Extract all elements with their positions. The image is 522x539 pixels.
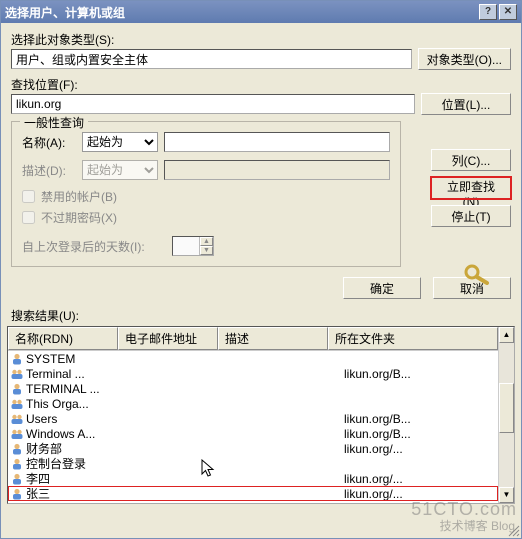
table-row[interactable]: This Orga...	[8, 396, 498, 411]
name-op-select[interactable]: 起始为	[82, 132, 158, 152]
watermark-small: 技术博客 Blog	[440, 517, 515, 534]
user-icon	[10, 442, 24, 456]
location-field[interactable]	[11, 94, 415, 114]
nonexpiring-check: 不过期密码(X)	[22, 209, 390, 226]
row-name: SYSTEM	[26, 352, 134, 366]
results-label: 搜索结果(U):	[11, 307, 511, 324]
scroll-track[interactable]	[499, 343, 514, 487]
row-name: Terminal ...	[26, 367, 134, 381]
scroll-thumb[interactable]	[499, 383, 514, 433]
user-icon	[10, 352, 24, 366]
results-list: 名称(RDN) 电子邮件地址 描述 所在文件夹 SYSTEMTerminal .…	[7, 326, 515, 504]
user-icon	[10, 487, 24, 501]
nonexpiring-label: 不过期密码(X)	[41, 209, 117, 226]
user-icon	[10, 382, 24, 396]
row-folder: likun.org/B...	[344, 427, 498, 441]
row-folder: likun.org/...	[344, 442, 498, 456]
nonexpiring-checkbox	[22, 211, 35, 224]
desc-op-select: 起始为	[82, 160, 158, 180]
group-icon	[10, 397, 24, 411]
window-buttons: ? ✕	[479, 4, 517, 20]
magnifier-icon	[463, 263, 493, 285]
scrollbar[interactable]: ▲ ▼	[498, 327, 514, 503]
columns-button[interactable]: 列(C)...	[431, 149, 511, 171]
list-rows: SYSTEMTerminal ... likun.org/B... TERMINAL…	[8, 351, 498, 501]
group-icon	[10, 412, 24, 426]
ok-button[interactable]: 确定	[343, 277, 421, 299]
disabled-accounts-checkbox	[22, 190, 35, 203]
days-spin: ▲▼	[172, 236, 214, 256]
days-input	[173, 237, 199, 255]
name-row: 名称(A): 起始为	[22, 132, 390, 152]
object-type-field[interactable]	[11, 49, 412, 69]
days-label: 自上次登录后的天数(I):	[22, 238, 172, 255]
general-query-fieldset: 一般性查询 名称(A): 起始为 描述(D): 起始为 禁用的帐户(B) 不过期…	[11, 121, 401, 267]
table-row[interactable]: TERMINAL ...	[8, 381, 498, 396]
list-header: 名称(RDN) 电子邮件地址 描述 所在文件夹	[8, 327, 498, 351]
right-button-column: 列(C)... 立即查找(N) 停止(T)	[431, 149, 511, 227]
resize-grip[interactable]	[506, 523, 520, 537]
general-query-legend: 一般性查询	[20, 114, 88, 131]
col-name[interactable]: 名称(RDN)	[8, 327, 118, 350]
user-icon	[10, 457, 24, 471]
list-body[interactable]: 名称(RDN) 电子邮件地址 描述 所在文件夹 SYSTEMTerminal .…	[8, 327, 498, 503]
col-folder[interactable]: 所在文件夹	[328, 327, 498, 350]
dialog-window: 选择用户、计算机或组 ? ✕ 选择此对象类型(S): 对象类型(O)... 查找…	[0, 0, 522, 539]
row-name: This Orga...	[26, 397, 134, 411]
titlebar: 选择用户、计算机或组 ? ✕	[1, 1, 521, 23]
spin-down: ▼	[200, 246, 213, 255]
location-label: 查找位置(F):	[11, 78, 78, 92]
table-row[interactable]: 李四likun.org/...	[8, 471, 498, 486]
object-types-button[interactable]: 对象类型(O)...	[418, 48, 511, 70]
locations-button[interactable]: 位置(L)...	[421, 93, 511, 115]
row-folder: likun.org/...	[344, 472, 498, 486]
row-folder: likun.org/B...	[344, 367, 498, 381]
row-folder: likun.org/...	[344, 487, 498, 501]
help-button[interactable]: ?	[479, 4, 497, 20]
table-row[interactable]: 财务部likun.org/...	[8, 441, 498, 456]
desc-row: 描述(D): 起始为	[22, 160, 390, 180]
days-row: 自上次登录后的天数(I): ▲▼	[22, 236, 390, 256]
group-icon	[10, 427, 24, 441]
user-icon	[10, 472, 24, 486]
col-email[interactable]: 电子邮件地址	[118, 327, 218, 350]
table-row[interactable]: SYSTEM	[8, 351, 498, 366]
name-input[interactable]	[164, 132, 390, 152]
dialog-body: 选择此对象类型(S): 对象类型(O)... 查找位置(F): 位置(L)...…	[1, 23, 521, 271]
stop-button[interactable]: 停止(T)	[431, 205, 511, 227]
row-folder: likun.org/B...	[344, 412, 498, 426]
row-name: TERMINAL ...	[26, 382, 134, 396]
close-button[interactable]: ✕	[499, 4, 517, 20]
col-desc[interactable]: 描述	[218, 327, 328, 350]
table-row[interactable]: 张三 likun.org/...	[8, 486, 498, 501]
desc-input	[164, 160, 390, 180]
scroll-down[interactable]: ▼	[499, 487, 514, 503]
table-row[interactable]: Windows A... likun.org/B...	[8, 426, 498, 441]
window-title: 选择用户、计算机或组	[5, 4, 479, 21]
row-name: Users	[26, 412, 134, 426]
dialog-buttons: 确定 取消	[1, 271, 521, 305]
disabled-accounts-label: 禁用的帐户(B)	[41, 188, 117, 205]
table-row[interactable]: Users likun.org/B...	[8, 411, 498, 426]
row-name: 张三	[26, 485, 134, 502]
scroll-up[interactable]: ▲	[499, 327, 514, 343]
table-row[interactable]: Terminal ... likun.org/B...	[8, 366, 498, 381]
row-name: Windows A...	[26, 427, 134, 441]
table-row[interactable]: 控制台登录	[8, 456, 498, 471]
disabled-accounts-check: 禁用的帐户(B)	[22, 188, 390, 205]
group-icon	[10, 367, 24, 381]
object-type-label: 选择此对象类型(S):	[11, 33, 114, 47]
name-label: 名称(A):	[22, 134, 82, 151]
desc-label: 描述(D):	[22, 162, 82, 179]
spin-up: ▲	[200, 237, 213, 246]
find-now-button[interactable]: 立即查找(N)	[431, 177, 511, 199]
